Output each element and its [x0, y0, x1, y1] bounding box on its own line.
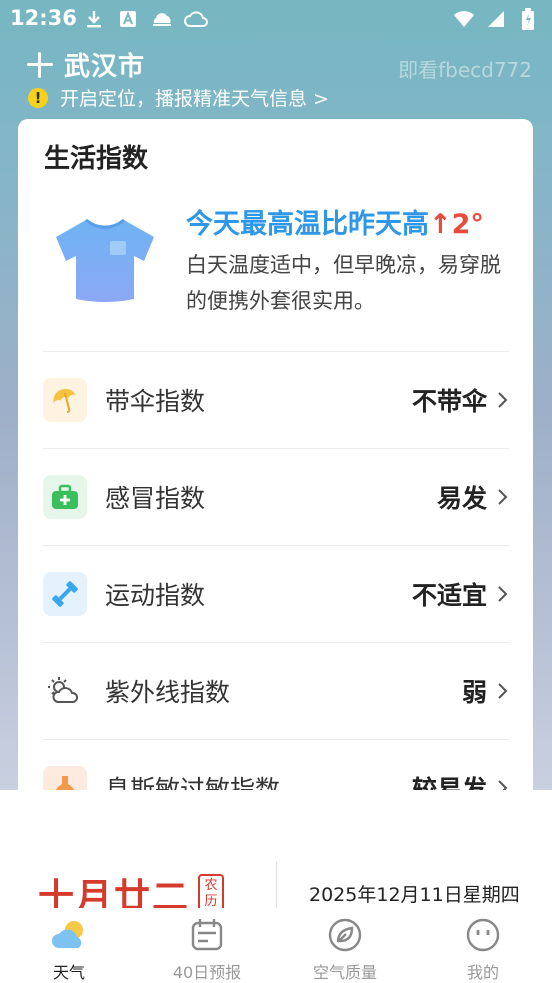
tab-40day[interactable]: 40日预报 [138, 908, 276, 983]
city-selector[interactable]: 武汉市 [26, 46, 145, 83]
medkit-icon [43, 475, 87, 519]
index-value: 不带伞 [411, 387, 487, 416]
index-row-cold[interactable]: 感冒指数 易发 [43, 448, 509, 545]
chevron-right-icon [495, 488, 509, 506]
smiley-icon [463, 916, 503, 953]
city-name: 武汉市 [64, 52, 146, 82]
tab-label: 我的 [466, 963, 499, 982]
gregorian-date: 2025年12月11日星期四 [309, 884, 520, 906]
status-time: 12:36 [10, 6, 77, 30]
chevron-right-icon [495, 391, 509, 409]
header-right-text: 即看fbecd772 [398, 58, 532, 82]
status-bar: 12:36 [0, 0, 552, 38]
cloud-icon [184, 8, 208, 30]
tab-label: 天气 [52, 963, 85, 982]
signal-icon [484, 8, 508, 30]
life-index-card: 生活指数 今天最高温比昨天高↑2° 白天温度适中，但早晚凉，易穿脱的便携外套很实… [18, 119, 533, 819]
index-value: 不适宜 [411, 581, 487, 610]
bottom-tab-bar: 天气 40日预报 空气质量 我的 [0, 908, 552, 983]
index-row-umbrella[interactable]: 带伞指数 不带伞 [43, 351, 509, 448]
dumbbell-icon [43, 572, 87, 616]
download-icon [82, 8, 106, 30]
index-value: 弱 [461, 678, 487, 707]
chevron-right-icon [495, 585, 509, 603]
location-tip[interactable]: ! 开启定位，播报精准天气信息 > [28, 84, 329, 111]
index-row-sport[interactable]: 运动指数 不适宜 [43, 545, 509, 642]
tab-label: 空气质量 [312, 963, 377, 982]
umbrella-icon [43, 378, 87, 422]
index-label: 带伞指数 [105, 387, 206, 416]
index-label: 感冒指数 [105, 484, 206, 513]
temperature-headline: 今天最高温比昨天高↑2° [186, 202, 484, 241]
chevron-right-icon [495, 682, 509, 700]
card-title: 生活指数 [44, 144, 149, 174]
index-value: 易发 [436, 484, 487, 513]
headline-delta: ↑2° [429, 209, 484, 240]
calendar-icon [187, 916, 227, 953]
index-label: 运动指数 [105, 581, 206, 610]
battery-icon [516, 8, 540, 30]
headline-text: 今天最高温比昨天高 [186, 209, 429, 240]
location-tip-text: 开启定位，播报精准天气信息 > [60, 88, 329, 110]
wifi-icon [452, 8, 476, 30]
tab-weather[interactable]: 天气 [0, 908, 138, 983]
index-row-uv[interactable]: 紫外线指数 弱 [43, 642, 509, 739]
font-a-icon [116, 8, 140, 30]
tab-label: 40日预报 [172, 963, 242, 982]
calendar-divider [276, 862, 277, 908]
leaf-icon [325, 916, 365, 953]
index-label: 紫外线指数 [105, 678, 231, 707]
tab-air-quality[interactable]: 空气质量 [276, 908, 414, 983]
sun-cloud-icon [43, 669, 87, 713]
add-city-icon[interactable] [26, 51, 54, 79]
clothing-advice: 白天温度适中，但早晚凉，易穿脱的便携外套很实用。 [186, 253, 501, 313]
weather-icon [49, 916, 89, 953]
tab-mine[interactable]: 我的 [414, 908, 552, 983]
tshirt-icon [50, 215, 160, 305]
warning-icon: ! [28, 87, 48, 108]
cloudy-icon [150, 8, 174, 30]
